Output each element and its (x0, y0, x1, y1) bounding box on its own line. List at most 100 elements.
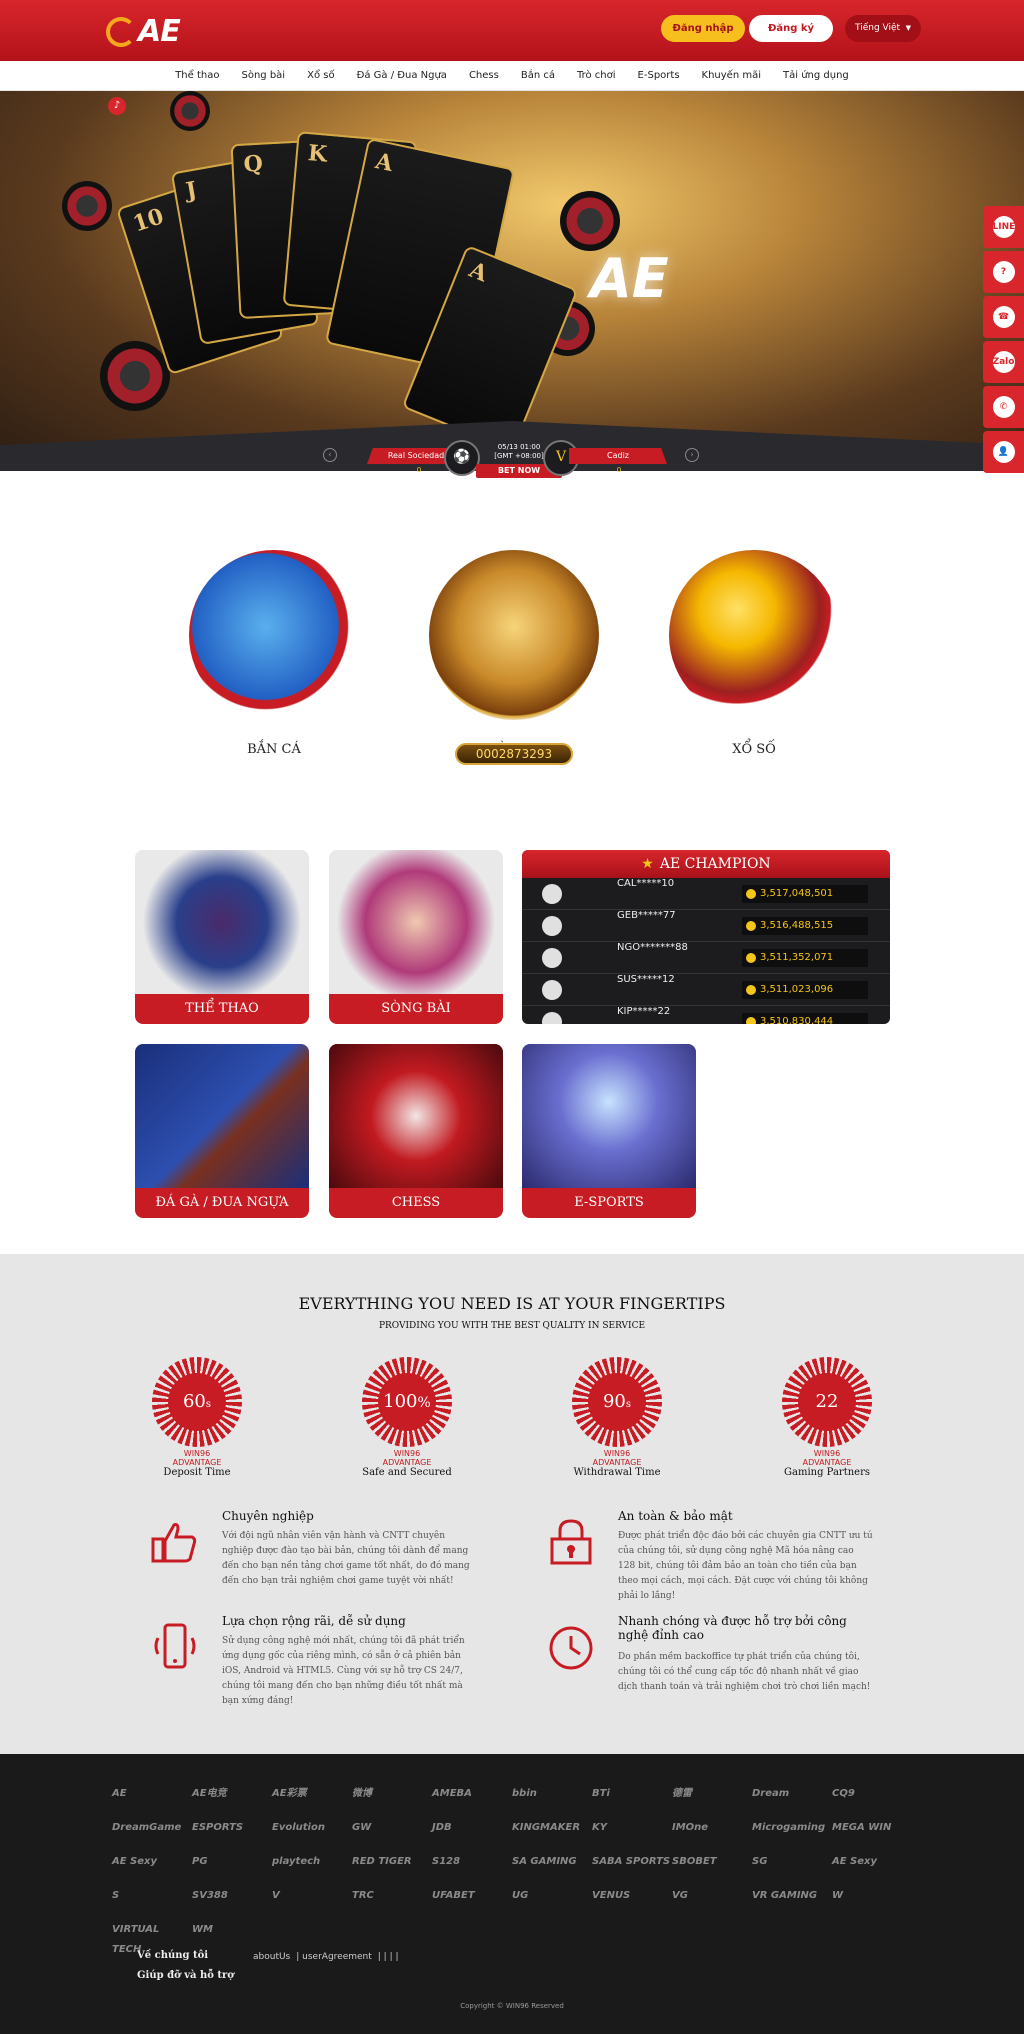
player-name: SUS*****12 (617, 974, 675, 985)
partner-logo: UFABET (432, 1890, 475, 1901)
partner-logo: 德雷 (672, 1788, 692, 1799)
gauge-caption: Gaming Partners (784, 1467, 870, 1478)
nav-item-casino[interactable]: Sòng bài (231, 61, 297, 90)
feature-games[interactable]: TRÒ CHƠI (414, 550, 614, 757)
line-button[interactable]: LINE (983, 206, 1024, 248)
partner-logo: PG (192, 1856, 208, 1867)
tile-cockfight-racing[interactable]: ĐÁ GÀ / ĐUA NGỰA (135, 1044, 309, 1218)
help-icon: ? (992, 261, 1015, 283)
partner-logo: KINGMAKER (512, 1822, 581, 1833)
chevron-right-icon[interactable]: › (685, 448, 699, 462)
home-team-crest-icon: ⚽ (444, 440, 480, 476)
speaker-icon[interactable]: ♪ (108, 97, 126, 115)
leaderboard-row: NGO*******88 3,511,352,071 (522, 942, 890, 974)
winning-amount: 3,517,048,501 (742, 885, 868, 903)
partner-logo: AE电竞 (192, 1788, 227, 1799)
leaderboard-row: GEB*****77 3,516,488,515 (522, 910, 890, 942)
tile-casino[interactable]: SÒNG BÀI (329, 850, 503, 1024)
advantage-section: EVERYTHING YOU NEED IS AT YOUR FINGERTIP… (0, 1254, 1024, 1754)
winning-amount: 3,510,830,444 (742, 1013, 868, 1024)
nav-item-promotions[interactable]: Khuyến mãi (691, 61, 772, 90)
nav-item-cockfight-racing[interactable]: Đá Gà / Đua Ngựa (346, 61, 458, 90)
feature-title: Chuyên nghiệp (222, 1509, 314, 1523)
whatsapp-icon: ✆ (992, 396, 1015, 418)
copyright: Copyright © WIN96 Reserved (460, 2002, 564, 2010)
about-us-link[interactable]: aboutUs (253, 1952, 290, 1962)
player-name: GEB*****77 (617, 910, 676, 921)
partner-logo: bbin (512, 1788, 537, 1799)
nav-item-download-app[interactable]: Tải ứng dụng (772, 61, 860, 90)
partner-logo: GW (352, 1822, 372, 1833)
gauge-partners: 22 WIN96 ADVANTAGE Gaming Partners (752, 1357, 902, 1478)
nav-item-chess[interactable]: Chess (458, 61, 510, 90)
phone-button[interactable]: ☎ (983, 296, 1024, 338)
gauge-ring: 60s (152, 1357, 242, 1447)
home-score: 0 (416, 466, 422, 474)
footer-help-link[interactable]: Giúp đỡ và hỗ trợ (137, 1970, 234, 1981)
logo-mark-icon (106, 17, 136, 47)
language-select[interactable]: Tiếng Việt ▼ (845, 15, 921, 42)
tile-sports[interactable]: THỂ THAO (135, 850, 309, 1024)
feature-description: Được phát triển độc đáo bởi các chuyên g… (618, 1531, 873, 1601)
gauge-value: 60s (168, 1373, 226, 1431)
player-name: NGO*******88 (617, 942, 688, 953)
chevron-down-icon: ▼ (905, 24, 911, 32)
lottery-balls-illustration (669, 550, 839, 720)
register-button[interactable]: Đăng ký (749, 15, 833, 42)
feature-label: XỔ SỐ (732, 742, 776, 757)
partner-logo: 微博 (352, 1788, 372, 1799)
nav-item-esports[interactable]: E-Sports (627, 61, 691, 90)
footer-sub-links: aboutUs | userAgreement | | | | (253, 1952, 399, 1962)
side-contact-bar: LINE ? ☎ Zalo ✆ 👤 (983, 206, 1024, 476)
user-button[interactable]: 👤 (983, 431, 1024, 473)
partner-logo: SG (752, 1856, 768, 1867)
shark-illustration (189, 550, 359, 720)
gauge-caption: Safe and Secured (362, 1467, 452, 1478)
main-nav: Thể thao Sòng bài Xổ số Đá Gà / Đua Ngựa… (0, 61, 1024, 91)
help-button[interactable]: ? (983, 251, 1024, 293)
casino-chip-icon (100, 341, 170, 411)
casino-chip-icon (560, 191, 620, 251)
partner-logo: Dream (752, 1788, 790, 1799)
feature-fishing[interactable]: BẮN CÁ (174, 550, 374, 757)
login-button[interactable]: Đăng nhập (661, 15, 745, 42)
laurel-star-icon: ★ (641, 856, 654, 872)
gauge-safety: 100% WIN96 ADVANTAGE Safe and Secured (332, 1357, 482, 1478)
partner-logo: SV388 (192, 1890, 228, 1901)
leaderboard-row: KIP*****22 3,510,830,444 (522, 1006, 890, 1024)
partner-logo: Microgaming (752, 1822, 826, 1833)
tile-chess[interactable]: CHESS (329, 1044, 503, 1218)
user-agreement-link[interactable]: userAgreement (302, 1952, 372, 1962)
gauge-value: 100% (378, 1373, 436, 1431)
partner-logo: SBOBET (672, 1856, 717, 1867)
nav-item-sports[interactable]: Thể thao (164, 61, 230, 90)
partner-logo: SA GAMING (512, 1856, 577, 1867)
partner-logo: VIRTUAL TECH (112, 1924, 160, 1955)
tile-esports[interactable]: E-SPORTS (522, 1044, 696, 1218)
player-name: KIP*****22 (617, 1006, 671, 1017)
gauge-ring: 90s (572, 1357, 662, 1447)
partner-logo: DreamGame (112, 1822, 182, 1833)
top-bar: AE Đăng nhập Đăng ký Tiếng Việt ▼ (0, 0, 1024, 61)
thumbs-up-icon (151, 1523, 197, 1563)
whatsapp-button[interactable]: ✆ (983, 386, 1024, 428)
hero-banner[interactable]: 10 J Q K A A AE (0, 91, 1024, 471)
chevron-left-icon[interactable]: ‹ (323, 448, 337, 462)
match-bar: ‹ Real Sociedad 0 ⚽ 05/13 01:00 [GMT +08:… (319, 440, 703, 480)
nav-item-lottery[interactable]: Xổ số (296, 61, 345, 90)
partner-logo: JDB (432, 1822, 452, 1833)
site-footer: AE AE电竞 AE彩票 微博 AMEBA bbin BTi 德雷 Dream CQ9 DreamG… (0, 1754, 1024, 2034)
nav-item-games[interactable]: Trò chơi (566, 61, 627, 90)
leaderboard-row: CAL*****10 3,517,048,501 (522, 878, 890, 910)
player-name: CAL*****10 (617, 878, 675, 889)
feature-description: Với đội ngũ nhân viên vận hành và CNTT c… (222, 1531, 470, 1586)
lock-icon (550, 1519, 592, 1565)
site-logo[interactable]: AE (106, 14, 181, 49)
feature-description: Sử dụng công nghệ mới nhất, chúng tôi đã… (222, 1636, 465, 1706)
zalo-button[interactable]: Zalo (983, 341, 1024, 383)
feature-description: Do phần mềm backoffice tự phát triển của… (618, 1652, 871, 1692)
feature-lottery[interactable]: XỔ SỐ (654, 550, 854, 757)
nav-item-fishing[interactable]: Bắn cá (510, 61, 566, 90)
footer-about-link[interactable]: Về chúng tôi (137, 1950, 234, 1961)
tile-label: E-SPORTS (522, 1188, 696, 1218)
